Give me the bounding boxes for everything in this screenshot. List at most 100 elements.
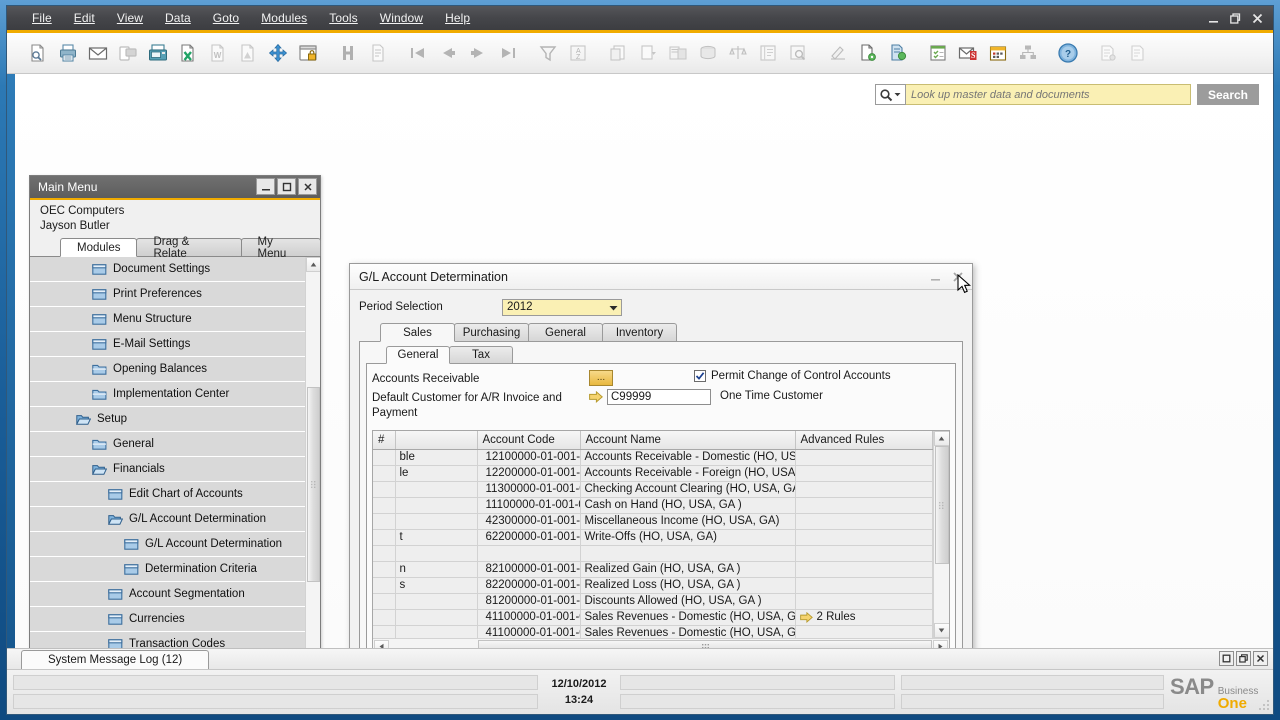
cell-account-name[interactable]: Sales Revenues - Domestic (HO, USA, GA ) — [580, 625, 796, 638]
cell-account-name[interactable]: Accounts Receivable - Domestic (HO, USA,… — [580, 449, 796, 466]
copy-table-icon[interactable] — [603, 39, 632, 68]
cell-account-code[interactable]: 11100000-01-001-01 — [477, 497, 581, 514]
new-document-icon[interactable] — [853, 39, 882, 68]
cell-account-name[interactable]: Realized Loss (HO, USA, GA ) — [580, 577, 796, 594]
grid-hscroll-thumb[interactable] — [478, 639, 932, 648]
cell-advanced-rules[interactable] — [795, 625, 933, 638]
table-row[interactable]: 42300000-01-001-01Miscellaneous Income (… — [373, 513, 933, 530]
filter-table-icon[interactable] — [533, 39, 562, 68]
cell-account-code[interactable]: 41100000-01-001-01 — [477, 609, 581, 626]
cell-account-code[interactable]: 62200000-01-001-01 — [477, 529, 581, 546]
menu-window[interactable]: Window — [369, 8, 434, 28]
report-icon[interactable] — [663, 39, 692, 68]
cell-advanced-rules[interactable] — [795, 481, 933, 498]
menu-view[interactable]: View — [106, 8, 154, 28]
cell-advanced-rules[interactable] — [795, 465, 933, 482]
col-account-code[interactable]: Account Code — [477, 431, 581, 450]
user-defined-values-icon[interactable] — [823, 39, 852, 68]
balance-sheet-icon[interactable] — [723, 39, 752, 68]
table-row[interactable]: 41100000-01-001-01Sales Revenues - Domes… — [373, 625, 933, 638]
period-selection-dropdown[interactable]: 2012 — [502, 298, 622, 316]
cell-account-name[interactable]: Write-Offs (HO, USA, GA) — [580, 529, 796, 546]
cell-account-name[interactable] — [580, 545, 796, 562]
col-advanced-rules[interactable]: Advanced Rules — [795, 431, 933, 450]
col-index[interactable]: # — [373, 431, 396, 450]
cell-advanced-rules[interactable] — [795, 561, 933, 578]
cell-account-name[interactable]: Miscellaneous Income (HO, USA, GA) — [580, 513, 796, 530]
first-data-record-icon[interactable] — [403, 39, 432, 68]
main-menu-minimize-icon[interactable] — [256, 178, 275, 195]
col-account-name[interactable]: Account Name — [580, 431, 796, 450]
next-data-record-icon[interactable] — [463, 39, 492, 68]
grid-hscroll-track[interactable] — [390, 639, 932, 648]
export-to-pdf-icon[interactable] — [233, 39, 262, 68]
minimize-icon[interactable] — [1204, 9, 1223, 27]
table-row[interactable]: s82200000-01-001-01Realized Loss (HO, US… — [373, 577, 933, 594]
tree-item[interactable]: Financials — [30, 457, 305, 482]
search-input[interactable] — [905, 84, 1191, 105]
menu-tools[interactable]: Tools — [318, 8, 369, 28]
dialog-close-icon[interactable] — [947, 267, 968, 286]
cell-account-code[interactable]: 82200000-01-001-01 — [477, 577, 581, 594]
cell-account-name[interactable]: Checking Account Clearing (HO, USA, GA ) — [580, 481, 796, 498]
tab-my-menu[interactable]: My Menu — [240, 236, 321, 260]
cell-account-code[interactable]: 12200000-01-001-01 — [477, 465, 581, 482]
tree-item[interactable]: Menu Structure — [30, 307, 305, 332]
main-menu-close-icon[interactable] — [298, 178, 317, 195]
tree-item[interactable]: Determination Criteria — [30, 557, 305, 582]
tree-item[interactable]: E-Mail Settings — [30, 332, 305, 357]
print-preview-icon[interactable] — [23, 39, 52, 68]
menu-data[interactable]: Data — [154, 8, 202, 28]
tree-item[interactable]: Opening Balances — [30, 357, 305, 382]
launch-application-icon[interactable] — [263, 39, 292, 68]
tab-general[interactable]: General — [528, 323, 603, 341]
scroll-up-icon[interactable] — [305, 257, 320, 272]
default-customer-field[interactable]: C99999 — [607, 389, 711, 405]
grid-scroll-right-icon[interactable] — [933, 639, 948, 648]
organization-chart-icon[interactable] — [1013, 39, 1042, 68]
table-row[interactable]: 11300000-01-001-01Checking Account Clear… — [373, 481, 933, 498]
subtab-general[interactable]: General — [386, 346, 450, 364]
cell-account-code[interactable]: 42300000-01-001-01 — [477, 513, 581, 530]
subtab-tax[interactable]: Tax — [449, 346, 513, 363]
sms-icon[interactable] — [113, 39, 142, 68]
cell-account-name[interactable]: Accounts Receivable - Foreign (HO, USA, … — [580, 465, 796, 482]
last-data-record-icon[interactable] — [493, 39, 522, 68]
bottom-close-icon[interactable] — [1253, 651, 1268, 666]
cell-advanced-rules[interactable] — [795, 449, 933, 466]
previous-data-record-icon[interactable] — [433, 39, 462, 68]
cell-account-name[interactable]: Sales Revenues - Domestic (HO, USA, GA ) — [580, 609, 796, 626]
bottom-restore-icon[interactable] — [1219, 651, 1234, 666]
tree-item[interactable]: Transaction Codes — [30, 632, 305, 648]
search-button[interactable]: Search — [1196, 84, 1259, 105]
lock-screen-icon[interactable] — [293, 39, 322, 68]
sort-table-icon[interactable]: AZ — [563, 39, 592, 68]
tree-item[interactable]: Implementation Center — [30, 382, 305, 407]
cell-account-name[interactable]: Realized Gain (HO, USA, GA ) — [580, 561, 796, 578]
activity-icon[interactable] — [923, 39, 952, 68]
scroll-track[interactable] — [306, 272, 321, 648]
table-row[interactable] — [373, 545, 933, 562]
restore-icon[interactable] — [1226, 9, 1245, 27]
menu-file[interactable]: File — [21, 8, 63, 28]
tree-item[interactable]: Edit Chart of Accounts — [30, 482, 305, 507]
cell-account-code[interactable]: 12100000-01-001-01 — [477, 449, 581, 466]
user-defined-fields-icon[interactable] — [1093, 39, 1122, 68]
cell-account-name[interactable]: Discounts Allowed (HO, USA, GA ) — [580, 593, 796, 610]
cell-advanced-rules[interactable] — [795, 577, 933, 594]
grid-scroll-down-icon[interactable] — [933, 623, 949, 638]
user-defined-tables-icon[interactable] — [1123, 39, 1152, 68]
cell-advanced-rules[interactable] — [795, 529, 933, 546]
scroll-thumb[interactable] — [306, 387, 320, 582]
tree-item[interactable]: General — [30, 432, 305, 457]
grid-scroll-left-icon[interactable] — [374, 639, 389, 648]
tree-item[interactable]: G/L Account Determination — [30, 507, 305, 532]
tab-inventory[interactable]: Inventory — [602, 323, 677, 341]
grid-vertical-scrollbar[interactable] — [933, 431, 949, 638]
table-row[interactable]: ble12100000-01-001-01Accounts Receivable… — [373, 449, 933, 466]
resize-grip-icon[interactable] — [1259, 700, 1271, 712]
grid-scroll-track[interactable] — [934, 446, 950, 623]
table-row[interactable]: 41100000-01-001-01Sales Revenues - Domes… — [373, 609, 933, 626]
export-to-word-icon[interactable]: W — [203, 39, 232, 68]
tree-item[interactable]: Document Settings — [30, 257, 305, 282]
